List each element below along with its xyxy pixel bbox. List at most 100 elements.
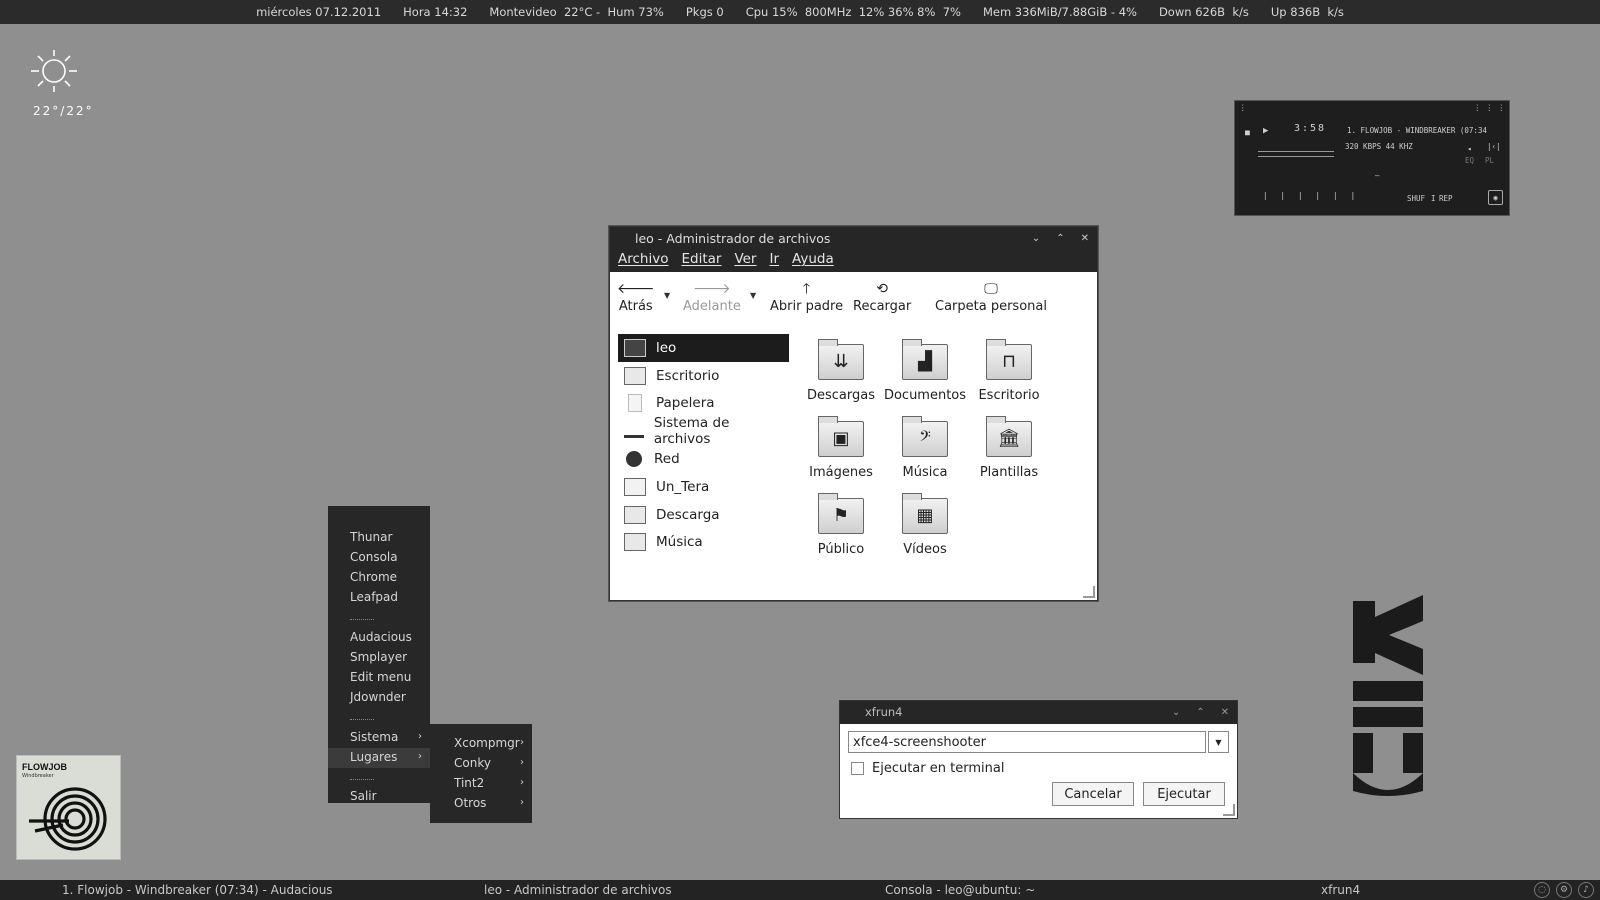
menu-item-leafpad[interactable]: Leafpad: [350, 590, 398, 604]
resize-grip[interactable]: [1223, 804, 1235, 816]
back-button[interactable]: 🡐 Atrás: [617, 279, 655, 314]
tray-network-icon[interactable]: ◌: [1534, 882, 1550, 898]
sidebar-item-label: Papelera: [656, 395, 715, 412]
menu-item-jdownder[interactable]: Jdownder: [350, 690, 406, 704]
pl-button[interactable]: PL: [1485, 156, 1494, 165]
audacious-player[interactable]: ⋮ ⋮ ⋮ ⋮ ■ ▶ 3:58 1. FLOWJOB - WINDBREAKE…: [1234, 100, 1510, 216]
time-text: Hora 14:32: [403, 5, 468, 19]
maximize-icon[interactable]: ⌃: [1196, 701, 1204, 724]
balance-icon[interactable]: ◂: [1467, 144, 1472, 153]
task-console[interactable]: Consola - leo@ubuntu: ~: [885, 883, 1035, 897]
pictures-folder-icon: ▣: [818, 416, 864, 457]
sidebar-item-label: leo: [656, 339, 677, 356]
sidebar-item-untera[interactable]: Un_Tera: [618, 473, 789, 501]
documents-folder-icon: ▟: [902, 339, 948, 380]
terminal-checkbox[interactable]: Ejecutar en terminal: [851, 761, 1004, 776]
seek-slider[interactable]: —: [1375, 171, 1380, 180]
task-file-manager[interactable]: leo - Administrador de archivos: [484, 883, 672, 897]
forward-button[interactable]: 🡒 Adelante: [683, 279, 741, 314]
volume-icon[interactable]: |‹|: [1487, 142, 1501, 151]
submenu-item-xcompmgr[interactable]: Xcompmgr: [454, 736, 520, 750]
up-button[interactable]: 🡑 Abrir padre: [770, 279, 843, 314]
folder-descargas[interactable]: ⇊ Descargas: [799, 339, 883, 403]
menu-ayuda[interactable]: Ayuda: [792, 251, 834, 272]
run-button[interactable]: Ejecutar: [1143, 782, 1225, 806]
reload-icon: ⟲: [876, 281, 888, 297]
visualizer: [1258, 151, 1334, 157]
menu-item-lugares[interactable]: Lugares: [350, 750, 397, 764]
repeat-button[interactable]: REP: [1439, 194, 1453, 203]
sidebar-item-papelera[interactable]: Papelera: [618, 390, 789, 418]
menu-item-sistema[interactable]: Sistema: [350, 730, 398, 744]
arrow-up-icon: 🡑: [802, 281, 811, 297]
menu-item-chrome[interactable]: Chrome: [350, 570, 397, 584]
submenu-item-tint2[interactable]: Tint2: [454, 776, 484, 790]
minimize-icon[interactable]: ⌄: [1172, 701, 1180, 724]
folder-escritorio[interactable]: ⊓ Escritorio: [967, 339, 1051, 403]
submenu-item-otros[interactable]: Otros: [454, 796, 486, 810]
sidebar-item-sistema[interactable]: Sistema de archivos: [618, 415, 789, 447]
fm-titlebar[interactable]: leo - Administrador de archivos ⌄ ⌃ ✕: [610, 227, 1097, 251]
date-text: miércoles 07.12.2011: [256, 5, 382, 19]
album-artist: FLOWJOB: [22, 762, 67, 772]
menu-ir[interactable]: Ir: [769, 251, 779, 272]
command-history-dropdown[interactable]: ▼: [1208, 731, 1229, 753]
tray-volume-icon[interactable]: ♪: [1578, 882, 1594, 898]
xfrun-titlebar[interactable]: xfrun4 ⌄ ⌃ ✕: [840, 701, 1237, 724]
close-icon[interactable]: ✕: [1081, 227, 1089, 251]
task-xfrun[interactable]: xfrun4: [1321, 883, 1360, 897]
download-folder-icon: ⇊: [818, 339, 864, 380]
folder-musica[interactable]: 𝄢 Música: [883, 416, 967, 480]
weather-temp: 22°/22°: [33, 104, 94, 118]
forward-history-dropdown[interactable]: ▼: [750, 291, 756, 300]
resize-grip[interactable]: [1083, 586, 1095, 598]
folder-imagenes[interactable]: ▣ Imágenes: [799, 416, 883, 480]
folder-videos[interactable]: ▦ Vídeos: [883, 493, 967, 557]
menu-separator: [350, 619, 374, 620]
sidebar-item-red[interactable]: Red: [618, 445, 789, 473]
menu-editar[interactable]: Editar: [681, 251, 721, 272]
menu-item-smplayer[interactable]: Smplayer: [350, 650, 407, 664]
folder-documentos[interactable]: ▟ Documentos: [883, 339, 967, 403]
sidebar-item-label: Descarga: [656, 506, 720, 523]
reload-button[interactable]: ⟲ Recargar: [853, 279, 911, 314]
minimize-icon[interactable]: ⌄: [1032, 227, 1040, 251]
monitor-icon: 🖵: [984, 281, 998, 297]
transport-buttons[interactable]: ||||||: [1263, 191, 1368, 200]
folder-label: Escritorio: [978, 388, 1040, 403]
command-input[interactable]: xfce4-screenshooter: [848, 731, 1206, 753]
home-button[interactable]: 🖵 Carpeta personal: [935, 279, 1047, 314]
player-menu-icon[interactable]: ⋮: [1239, 103, 1247, 112]
shuffle-button[interactable]: SHUF: [1407, 194, 1425, 203]
player-window-buttons[interactable]: ⋮ ⋮ ⋮: [1473, 103, 1505, 112]
menu-ver[interactable]: Ver: [734, 251, 756, 272]
system-tray: ◌ ⚙ ♪: [1534, 882, 1594, 898]
submenu-item-conky[interactable]: Conky: [454, 756, 491, 770]
sidebar-item-descarga[interactable]: Descarga: [618, 501, 789, 529]
audacious-logo-icon: ◉: [1488, 190, 1503, 205]
eq-button[interactable]: EQ: [1465, 156, 1474, 165]
folder-plantillas[interactable]: 🏛 Plantillas: [967, 416, 1051, 480]
menu-item-thunar[interactable]: Thunar: [350, 530, 392, 544]
task-audacious[interactable]: 1. Flowjob - Windbreaker (07:34) - Audac…: [62, 883, 333, 897]
close-icon[interactable]: ✕: [1221, 701, 1229, 724]
sidebar-item-leo[interactable]: leo: [618, 334, 789, 362]
folder-label: Documentos: [883, 388, 967, 403]
music-folder-icon: 𝄢: [902, 416, 948, 457]
maximize-icon[interactable]: ⌃: [1056, 227, 1064, 251]
checkbox-box[interactable]: [851, 762, 864, 775]
sidebar-item-musica[interactable]: Música: [618, 529, 789, 557]
sidebar-item-escritorio[interactable]: Escritorio: [618, 362, 789, 390]
tray-update-icon[interactable]: ⚙: [1556, 882, 1572, 898]
cancel-button[interactable]: Cancelar: [1052, 782, 1134, 806]
menu-item-consola[interactable]: Consola: [350, 550, 398, 564]
menu-item-edit-menu[interactable]: Edit menu: [350, 670, 411, 684]
down-text: Down 626B k/s: [1158, 5, 1249, 19]
back-history-dropdown[interactable]: ▼: [664, 291, 670, 300]
menu-item-salir[interactable]: Salir: [350, 789, 377, 803]
folder-publico[interactable]: ⚑ Público: [799, 493, 883, 557]
xfrun-title: xfrun4: [865, 705, 903, 719]
menu-item-audacious[interactable]: Audacious: [350, 630, 412, 644]
taskbar: 1. Flowjob - Windbreaker (07:34) - Audac…: [0, 880, 1600, 900]
menu-archivo[interactable]: Archivo: [618, 251, 668, 272]
